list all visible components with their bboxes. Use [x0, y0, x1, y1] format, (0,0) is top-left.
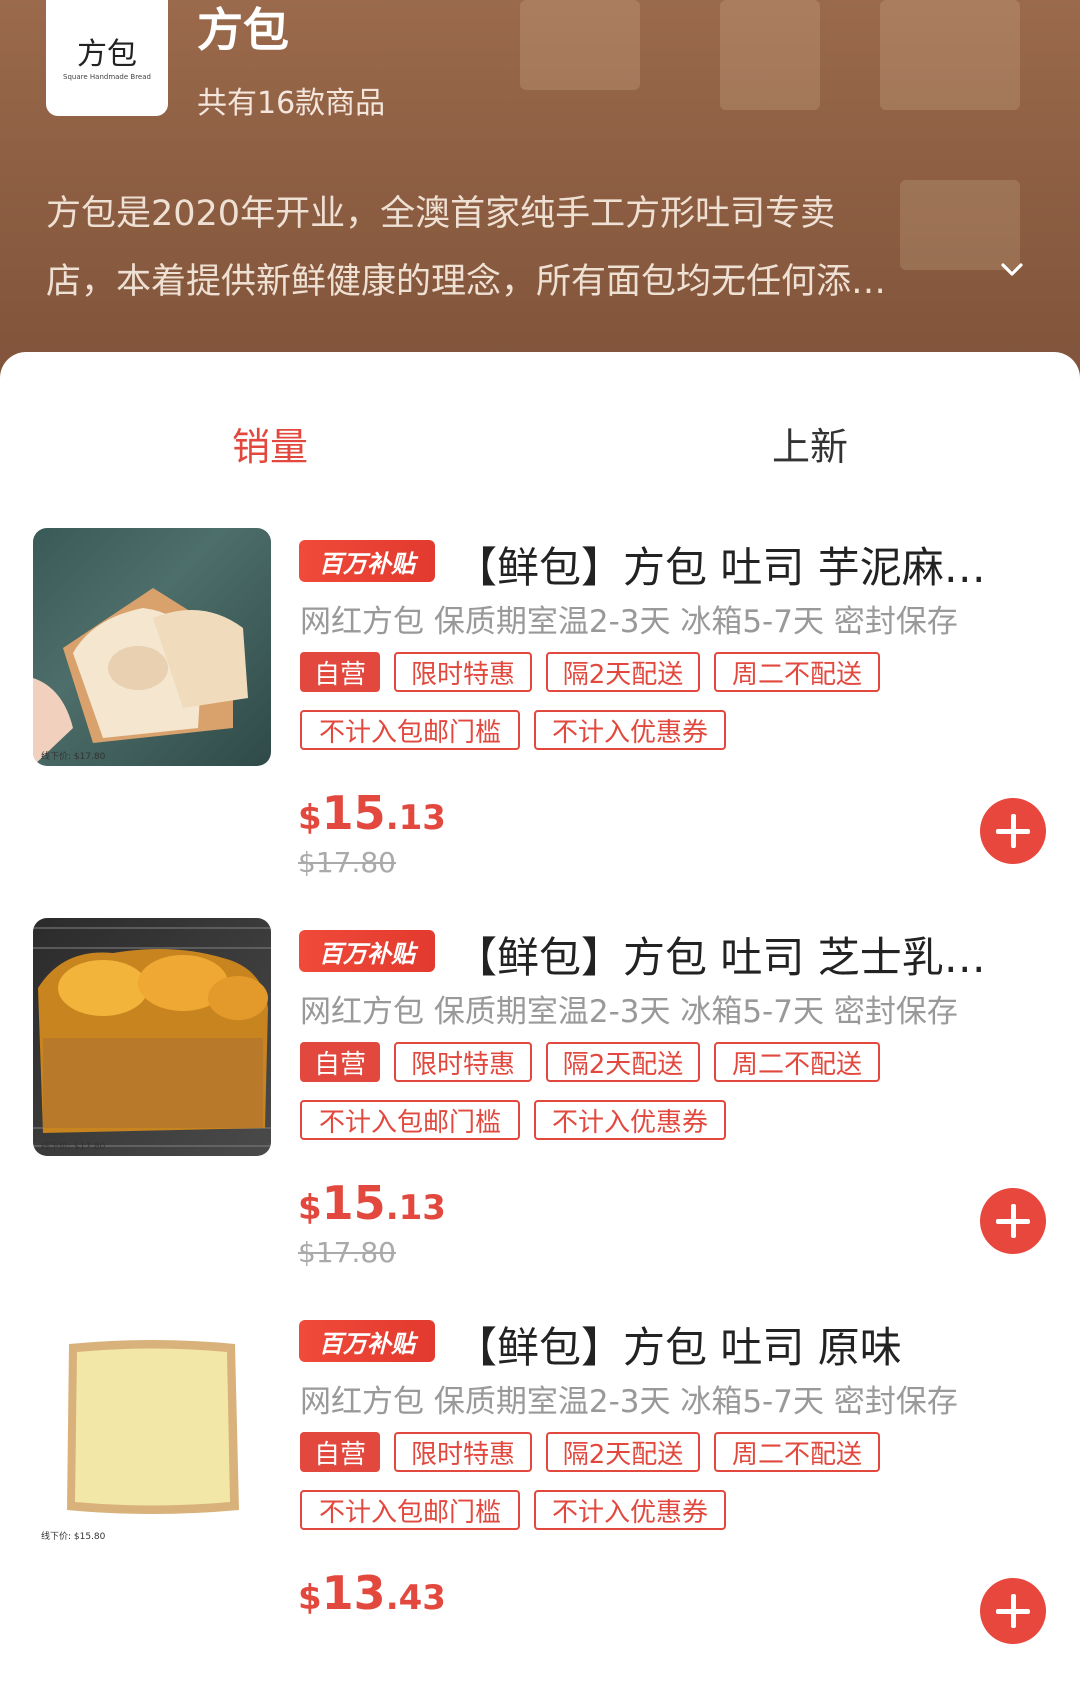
- tag-no-tuesday: 周二不配送: [714, 1042, 880, 1082]
- shop-description[interactable]: 方包是2020年开业，全澳首家纯手工方形吐司专卖 店，本着提供新鲜健康的理念，所…: [46, 180, 976, 316]
- tag-delivery: 隔2天配送: [546, 1042, 700, 1082]
- product-image[interactable]: 线下价: $17.80: [33, 918, 271, 1156]
- add-to-cart-button[interactable]: [980, 798, 1046, 864]
- price-decimal: .13: [385, 798, 446, 838]
- original-price: $17.80: [298, 1236, 396, 1269]
- tag-no-free-shipping: 不计入包邮门槛: [300, 1100, 520, 1140]
- product-title[interactable]: 【鲜包】方包 吐司 芝士乳…: [455, 924, 1010, 985]
- tag-no-coupon: 不计入优惠券: [534, 1100, 726, 1140]
- product-price: $15.13: [298, 786, 446, 840]
- add-to-cart-button[interactable]: [980, 1578, 1046, 1644]
- tag-no-free-shipping: 不计入包邮门槛: [300, 1490, 520, 1530]
- add-to-cart-button[interactable]: [980, 1188, 1046, 1254]
- product-item[interactable]: 线下价: $17.80 百万补贴 【鲜包】方包 吐司 芋泥麻… 网红方包 保质期…: [0, 528, 1080, 918]
- tag-limited-offer: 限时特惠: [394, 652, 532, 692]
- price-currency: $: [298, 1188, 322, 1228]
- logo-subtext: Square Handmade Bread: [63, 73, 151, 82]
- bread-loaf-icon: [33, 927, 271, 1147]
- price-integer: 15: [321, 1176, 386, 1230]
- product-price: $15.13: [298, 1176, 446, 1230]
- product-image[interactable]: 线下价: $15.80: [33, 1308, 271, 1546]
- tag-delivery: 隔2天配送: [546, 1432, 700, 1472]
- shop-name: 方包: [197, 3, 289, 57]
- price-currency: $: [298, 1578, 322, 1618]
- price-decimal: .13: [385, 1188, 446, 1228]
- offline-price-caption: 线下价: $17.80: [41, 1142, 106, 1152]
- tag-no-coupon: 不计入优惠券: [534, 710, 726, 750]
- bread-slice-icon: [67, 1340, 239, 1514]
- product-subtitle: 网红方包 保质期室温2-3天 冰箱5-7天 密封保存: [300, 1384, 958, 1420]
- tag-no-tuesday: 周二不配送: [714, 1432, 880, 1472]
- product-title[interactable]: 【鲜包】方包 吐司 芋泥麻…: [455, 534, 1010, 595]
- description-line-1: 方包是2020年开业，全澳首家纯手工方形吐司专卖: [46, 194, 836, 234]
- product-title[interactable]: 【鲜包】方包 吐司 原味: [455, 1314, 1010, 1375]
- offline-price-caption: 线下价: $17.80: [41, 752, 106, 762]
- tag-no-free-shipping: 不计入包邮门槛: [300, 710, 520, 750]
- product-image[interactable]: 线下价: $17.80: [33, 528, 271, 766]
- shop-header: 方包 Square Handmade Bread 方包 共有16款商品 方包是2…: [0, 0, 1080, 400]
- product-subtitle: 网红方包 保质期室温2-3天 冰箱5-7天 密封保存: [300, 994, 958, 1030]
- subsidy-badge: 百万补贴: [299, 930, 435, 972]
- price-integer: 15: [321, 786, 386, 840]
- original-price: $17.80: [298, 846, 396, 879]
- chevron-down-icon[interactable]: [1000, 258, 1024, 282]
- price-currency: $: [298, 798, 322, 838]
- product-item[interactable]: 线下价: $17.80 百万补贴 【鲜包】方包 吐司 芝士乳… 网红方包 保质期…: [0, 918, 1080, 1308]
- tag-limited-offer: 限时特惠: [394, 1042, 532, 1082]
- product-item[interactable]: 线下价: $15.80 百万补贴 【鲜包】方包 吐司 原味 网红方包 保质期室温…: [0, 1308, 1080, 1698]
- tab-sales[interactable]: 销量: [232, 416, 308, 471]
- tag-no-coupon: 不计入优惠券: [534, 1490, 726, 1530]
- tag-self-operated: 自营: [300, 1432, 380, 1472]
- price-decimal: .43: [385, 1578, 446, 1618]
- tag-self-operated: 自营: [300, 652, 380, 692]
- bread-slices-icon: [33, 588, 248, 766]
- product-subtitle: 网红方包 保质期室温2-3天 冰箱5-7天 密封保存: [300, 604, 958, 640]
- shop-logo: 方包 Square Handmade Bread: [46, 0, 168, 116]
- description-line-2: 店，本着提供新鲜健康的理念，所有面包均无任何添…: [46, 262, 887, 302]
- logo-mark: 方包: [77, 37, 137, 73]
- tag-delivery: 隔2天配送: [546, 652, 700, 692]
- tab-new[interactable]: 上新: [772, 416, 848, 471]
- tag-self-operated: 自营: [300, 1042, 380, 1082]
- tag-limited-offer: 限时特惠: [394, 1432, 532, 1472]
- subsidy-badge: 百万补贴: [299, 1320, 435, 1362]
- product-count: 共有16款商品: [197, 86, 386, 121]
- tag-no-tuesday: 周二不配送: [714, 652, 880, 692]
- price-integer: 13: [321, 1566, 386, 1620]
- subsidy-badge: 百万补贴: [299, 540, 435, 582]
- offline-price-caption: 线下价: $15.80: [41, 1532, 106, 1542]
- product-price: $13.43: [298, 1566, 446, 1620]
